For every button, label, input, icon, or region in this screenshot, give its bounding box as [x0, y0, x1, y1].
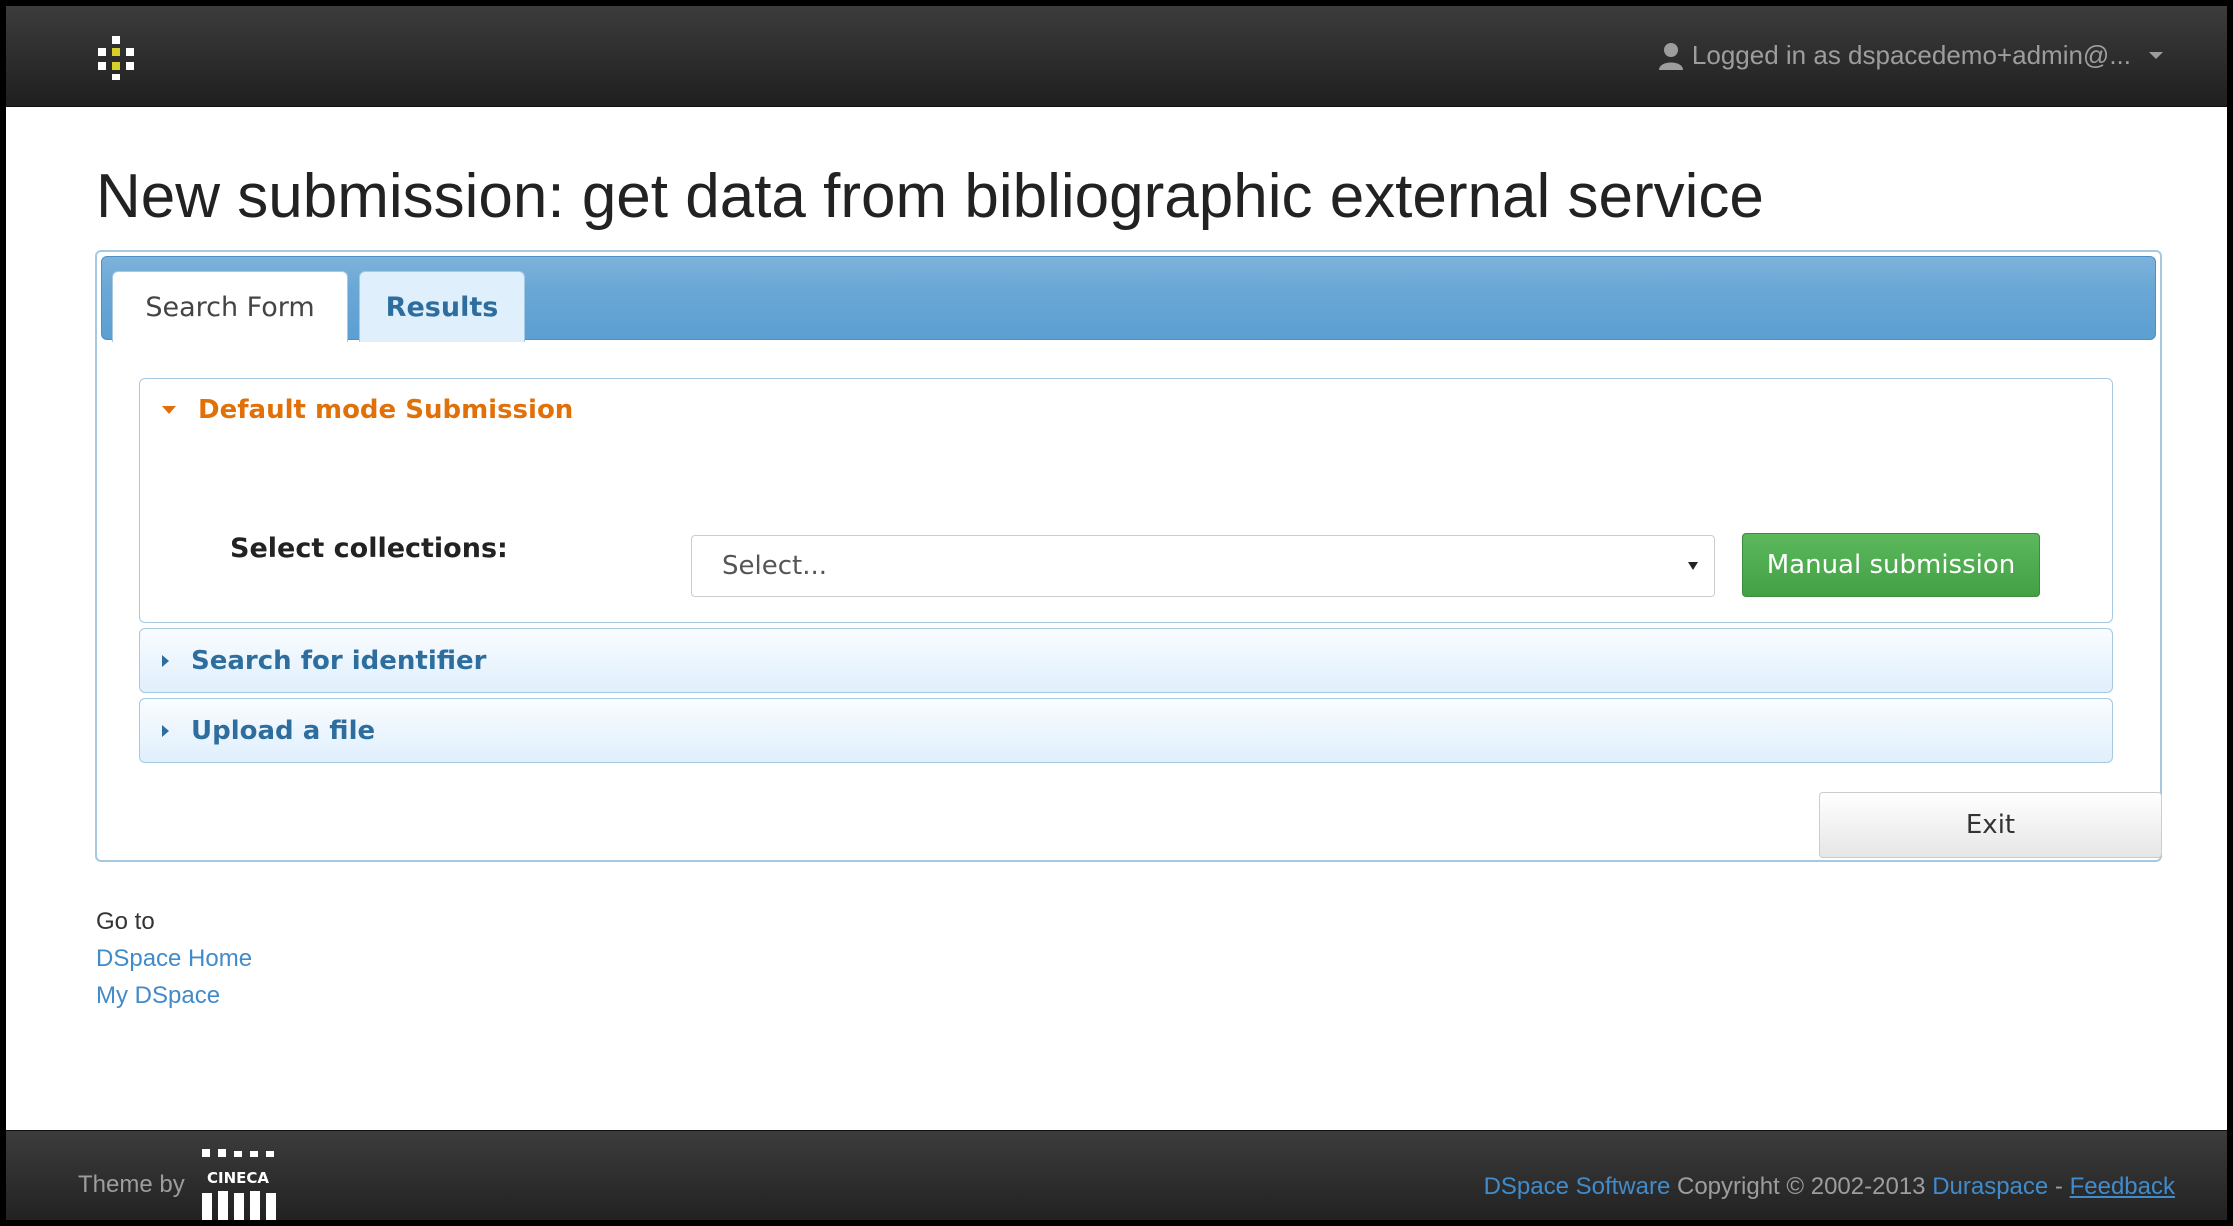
accordion-default-content: Select collections: Select... Manual sub…	[139, 441, 2113, 623]
exit-button[interactable]: Exit	[1819, 792, 2162, 858]
copyright-text: Copyright © 2002-2013	[1677, 1173, 1926, 1200]
cineca-logo-text: CINECA	[207, 1169, 269, 1187]
feedback-link[interactable]: Feedback	[2070, 1173, 2175, 1200]
tab-bar: Search Form Results	[101, 256, 2156, 342]
accordion-default-mode-header[interactable]: Default mode Submission	[139, 378, 2113, 442]
page-title: New submission: get data from bibliograp…	[96, 162, 1764, 231]
select-arrow-icon	[1688, 562, 1698, 570]
top-navbar: Logged in as dspacedemo+admin@...	[6, 6, 2227, 107]
browser-viewport: Logged in as dspacedemo+admin@... New su…	[6, 6, 2227, 1220]
cineca-logo-icon[interactable]: CINECA	[198, 1147, 278, 1220]
dspace-home-link[interactable]: DSpace Home	[96, 940, 252, 977]
accordion-default-label: Default mode Submission	[198, 395, 574, 425]
collections-select-value: Select...	[722, 551, 828, 581]
goto-links: Go to DSpace Home My DSpace	[96, 903, 252, 1014]
accordion-upload-file-header[interactable]: Upload a file	[139, 698, 2113, 763]
accordion-identifier-label: Search for identifier	[191, 645, 487, 676]
user-menu-dropdown[interactable]: Logged in as dspacedemo+admin@...	[1658, 40, 2163, 71]
my-dspace-link[interactable]: My DSpace	[96, 977, 252, 1014]
duraspace-link[interactable]: Duraspace	[1932, 1173, 2048, 1200]
triangle-right-icon	[162, 654, 169, 667]
footer: Theme by CINECA DSpace Software Copyrigh…	[6, 1130, 2227, 1220]
copyright-line: DSpace Software Copyright © 2002-2013 Du…	[1484, 1173, 2175, 1201]
user-icon	[1658, 42, 1683, 70]
accordion-upload-label: Upload a file	[191, 715, 376, 746]
accordion-search-identifier-header[interactable]: Search for identifier	[139, 628, 2113, 693]
select-collections-label: Select collections:	[230, 533, 508, 564]
tab-results[interactable]: Results	[359, 271, 525, 342]
triangle-right-icon	[162, 724, 169, 737]
footer-separator: -	[2054, 1173, 2063, 1200]
dspace-logo-icon[interactable]	[94, 34, 142, 82]
user-label: Logged in as dspacedemo+admin@...	[1691, 40, 2131, 70]
theme-by-label: Theme by	[78, 1171, 185, 1198]
goto-label: Go to	[96, 908, 155, 935]
submission-panel: Search Form Results Default mode Submiss…	[95, 250, 2162, 862]
dspace-software-link[interactable]: DSpace Software	[1484, 1173, 1671, 1200]
triangle-down-icon	[162, 406, 176, 414]
chevron-down-icon	[2149, 52, 2163, 59]
manual-submission-button[interactable]: Manual submission	[1742, 533, 2040, 597]
collections-select[interactable]: Select...	[691, 535, 1715, 597]
tab-search-form[interactable]: Search Form	[112, 271, 348, 342]
